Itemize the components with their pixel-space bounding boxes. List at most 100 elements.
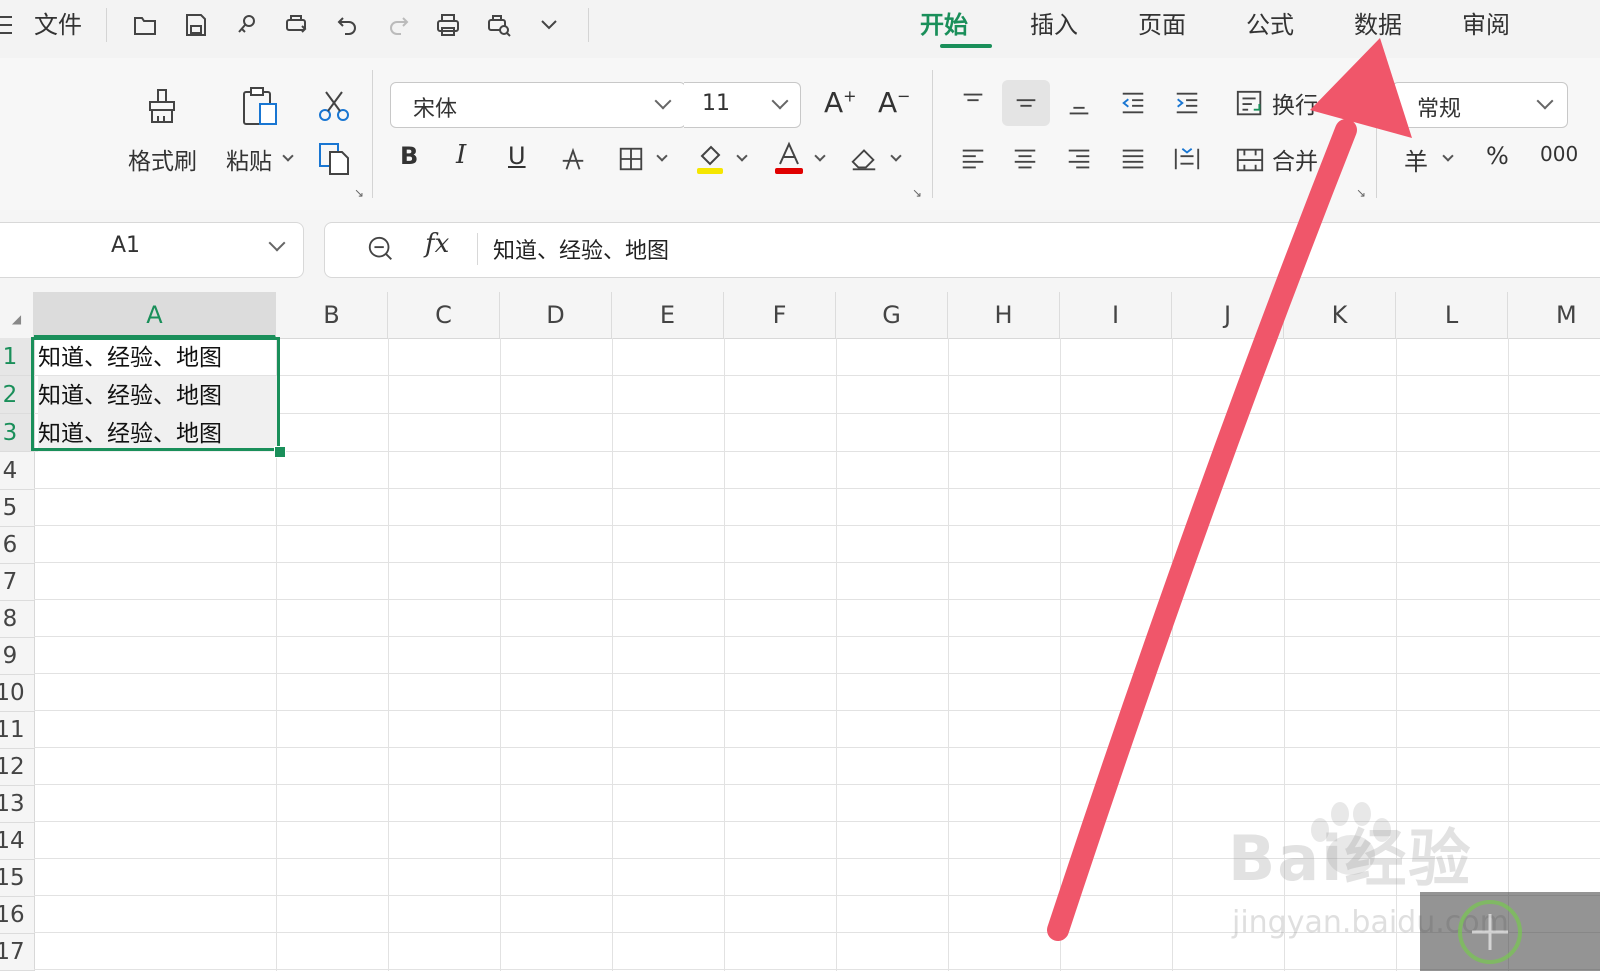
justify-icon[interactable] xyxy=(1116,142,1150,176)
font-dialog-icon[interactable]: ↘ xyxy=(912,186,922,200)
row-header[interactable]: 1 xyxy=(0,338,34,376)
more-chevron-icon[interactable] xyxy=(534,10,564,40)
tab-page[interactable]: 页面 xyxy=(1138,8,1186,42)
row-header[interactable]: 8 xyxy=(0,600,34,638)
menu-icon[interactable] xyxy=(0,14,14,36)
tab-home[interactable]: 开始 xyxy=(920,8,968,42)
merge-cells-label[interactable]: 合并 xyxy=(1272,142,1318,176)
print-preview-icon[interactable] xyxy=(484,10,514,40)
align-center-icon[interactable] xyxy=(1008,142,1042,176)
font-name-select[interactable]: 宋体 xyxy=(390,82,686,128)
currency-button[interactable]: 羊 xyxy=(1404,142,1428,177)
share-link-icon[interactable] xyxy=(232,10,262,40)
row-header[interactable]: 12 xyxy=(0,748,34,786)
row-header[interactable]: 9 xyxy=(0,637,34,675)
row-header[interactable]: 13 xyxy=(0,785,34,823)
row-header[interactable]: 17 xyxy=(0,933,34,971)
currency-dropdown-icon[interactable] xyxy=(1442,150,1454,162)
tab-formula[interactable]: 公式 xyxy=(1246,8,1294,42)
row-header[interactable]: 14 xyxy=(0,822,34,860)
column-header[interactable]: A xyxy=(34,292,276,338)
column-header[interactable]: G xyxy=(836,292,948,338)
row-header[interactable]: 11 xyxy=(0,711,34,749)
grow-font-label: A xyxy=(824,86,844,119)
merge-cells-icon[interactable] xyxy=(1232,142,1268,178)
alignment-dialog-icon[interactable]: ↘ xyxy=(1356,186,1366,200)
name-box[interactable]: A1 xyxy=(0,222,304,278)
select-all-corner[interactable]: ◢ xyxy=(0,292,34,338)
tab-review[interactable]: 审阅 xyxy=(1462,8,1510,42)
column-header[interactable]: J xyxy=(1172,292,1284,338)
number-format-select[interactable]: 常规 xyxy=(1392,82,1568,128)
strikethrough-icon[interactable] xyxy=(556,142,590,176)
borders-icon[interactable] xyxy=(614,142,648,176)
italic-button[interactable]: I xyxy=(456,140,466,170)
column-header-bar: ◢ A B C D E F G H I J K L M xyxy=(0,292,1600,339)
column-header[interactable]: E xyxy=(612,292,724,338)
align-right-icon[interactable] xyxy=(1062,142,1096,176)
shrink-font-button[interactable]: A− xyxy=(878,86,911,119)
align-bottom-icon[interactable] xyxy=(1062,88,1096,122)
row-header[interactable]: 4 xyxy=(0,452,34,490)
column-header[interactable]: M xyxy=(1508,292,1600,338)
save-icon[interactable] xyxy=(181,10,211,40)
paste-icon[interactable] xyxy=(236,82,284,130)
font-size-select[interactable]: 11 xyxy=(684,82,801,128)
cut-icon[interactable] xyxy=(314,86,354,126)
distribute-icon[interactable] xyxy=(1170,142,1204,176)
zoom-function-icon[interactable] xyxy=(363,231,399,267)
borders-dropdown-icon[interactable] xyxy=(656,150,668,162)
copy-icon[interactable] xyxy=(314,138,354,178)
undo-icon[interactable] xyxy=(333,10,363,40)
format-painter-label[interactable]: 格式刷 xyxy=(128,142,197,176)
row-header[interactable]: 6 xyxy=(0,526,34,564)
paste-dropdown-icon[interactable] xyxy=(282,150,294,162)
row-header[interactable]: 16 xyxy=(0,896,34,934)
column-header[interactable]: H xyxy=(948,292,1060,338)
align-middle-icon[interactable] xyxy=(1002,80,1050,126)
align-top-icon[interactable] xyxy=(956,86,990,120)
open-folder-icon[interactable] xyxy=(130,10,160,40)
row-header[interactable]: 7 xyxy=(0,563,34,601)
column-header[interactable]: I xyxy=(1060,292,1172,338)
clipboard-dialog-icon[interactable]: ↘ xyxy=(354,186,364,200)
wrap-text-icon[interactable] xyxy=(1232,86,1268,122)
column-header[interactable]: C xyxy=(388,292,500,338)
eraser-icon[interactable] xyxy=(846,140,882,176)
align-left-icon[interactable] xyxy=(956,142,990,176)
tab-data[interactable]: 数据 xyxy=(1354,8,1402,42)
thousands-separator-button[interactable]: 000 xyxy=(1540,142,1578,166)
fx-icon[interactable]: fx xyxy=(425,229,449,259)
formula-input[interactable]: fx 知道、经验、地图 xyxy=(324,222,1600,278)
increase-indent-icon[interactable] xyxy=(1170,86,1204,120)
column-header[interactable]: K xyxy=(1284,292,1396,338)
tab-insert[interactable]: 插入 xyxy=(1030,8,1078,42)
row-header[interactable]: 3 xyxy=(0,414,34,452)
print-icon[interactable] xyxy=(433,10,463,40)
row-header[interactable]: 2 xyxy=(0,376,34,414)
row-header[interactable]: 10 xyxy=(0,674,34,712)
fill-color-icon[interactable] xyxy=(692,138,730,178)
print-settings-icon[interactable] xyxy=(282,10,312,40)
decrease-indent-icon[interactable] xyxy=(1116,86,1150,120)
percent-button[interactable]: % xyxy=(1486,142,1509,170)
paste-label[interactable]: 粘贴 xyxy=(226,142,272,176)
row-header[interactable]: 5 xyxy=(0,489,34,527)
row-header[interactable]: 15 xyxy=(0,859,34,897)
column-header[interactable]: L xyxy=(1396,292,1508,338)
column-header[interactable]: F xyxy=(724,292,836,338)
font-color-icon[interactable] xyxy=(770,138,808,178)
fill-color-dropdown-icon[interactable] xyxy=(736,150,748,162)
wrap-text-label[interactable]: 换行 xyxy=(1272,86,1318,120)
redo-icon[interactable] xyxy=(383,10,413,40)
fill-handle[interactable] xyxy=(274,446,286,458)
font-color-dropdown-icon[interactable] xyxy=(814,150,826,162)
column-header[interactable]: D xyxy=(500,292,612,338)
underline-button[interactable]: U xyxy=(508,142,526,170)
file-menu[interactable]: 文件 xyxy=(34,8,82,42)
eraser-dropdown-icon[interactable] xyxy=(890,150,902,162)
grow-font-button[interactable]: A+ xyxy=(824,86,857,119)
format-painter-icon[interactable] xyxy=(142,84,186,128)
column-header[interactable]: B xyxy=(276,292,388,338)
bold-button[interactable]: B xyxy=(400,142,418,170)
